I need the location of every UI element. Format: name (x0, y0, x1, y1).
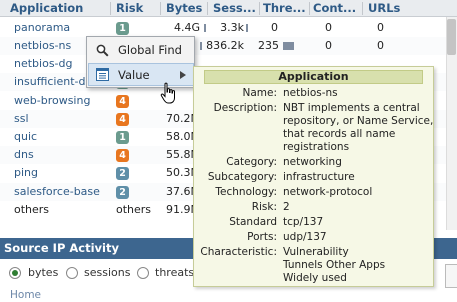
tooltip-value-line: infrastructure (283, 171, 355, 183)
submenu-arrow-icon (180, 71, 186, 79)
column-divider[interactable] (110, 2, 111, 15)
hand-cursor-icon (160, 82, 175, 104)
tooltip-field-value: 2 (283, 201, 429, 214)
sessions-bar (246, 24, 248, 32)
tooltip-value-line: Widely used (283, 272, 347, 284)
column-divider[interactable] (259, 2, 260, 15)
risk-badge: 2 (116, 167, 129, 180)
urls-value: 0 (377, 21, 384, 34)
tooltip-field-value: tcp/137 (283, 216, 429, 229)
tooltip-value-line: tcp/137 (283, 216, 324, 228)
panel-edge (445, 264, 457, 288)
risk-badge: 4 (116, 113, 129, 126)
tooltip-value-line: Vulnerability (283, 246, 349, 258)
urls-value: 0 (377, 39, 384, 52)
risk-badge: 1 (116, 131, 129, 144)
tooltip-value-line: network-protocol (283, 186, 373, 198)
scrollbar-thumb[interactable] (447, 19, 456, 55)
application-link[interactable]: ssl (14, 110, 29, 128)
menu-item-global-find[interactable]: Global Find (88, 39, 194, 62)
application-link[interactable]: netbios-ns (14, 37, 71, 55)
list-window-icon (96, 68, 109, 81)
column-header-bytes[interactable]: Bytes (166, 0, 206, 17)
table-row[interactable]: netbios-ns2836.2k23500 (0, 37, 457, 55)
application-link[interactable]: panorama (14, 19, 70, 37)
tooltip-field-key: Description: (213, 102, 277, 114)
application-tooltip: Application Name: netbios-ns Description: N… (193, 66, 434, 287)
tooltip-value-line: networking (283, 156, 342, 168)
table-row[interactable]: panorama 1 4.4G 3.3k 0 0 0 (0, 19, 457, 37)
tooltip-value-line: udp/137 (283, 231, 327, 243)
column-divider[interactable] (207, 2, 208, 15)
application-link[interactable]: quic (14, 128, 37, 146)
content-value: 0 (325, 21, 332, 34)
tooltip-field-value: Vulnerability Tunnels Other Apps Widely us… (283, 246, 429, 285)
application-link[interactable]: dns (14, 146, 34, 164)
bytes-bar (204, 24, 206, 32)
sessions-value: 3.3k (220, 21, 244, 34)
context-menu: Global Find Value (86, 36, 195, 88)
tooltip-field-value: NBT implements a central repository, or N… (283, 102, 434, 154)
tooltip-field-value: network-protocol (283, 186, 429, 199)
tooltip-field-value: infrastructure (283, 171, 429, 184)
tooltip-field-key: Standard (229, 216, 277, 228)
risk-badge: 2 (116, 186, 129, 199)
column-divider[interactable] (160, 2, 161, 15)
menu-item-label: Global Find (118, 43, 182, 57)
tooltip-field-value: udp/137 (283, 231, 429, 244)
bytes-radio-label[interactable]: bytes (28, 263, 58, 283)
tooltip-title: Application (204, 70, 423, 84)
column-header-risk[interactable]: Risk (116, 0, 156, 17)
tooltip-value-line: NBT implements a central (283, 102, 420, 114)
threats-radio[interactable] (137, 267, 149, 279)
menu-item-label: Value (118, 68, 150, 82)
tooltip-field-key: Ports: (247, 231, 277, 243)
threats-value: 0 (271, 21, 278, 34)
tooltip-value-line: repository, or Name Service, (283, 115, 434, 127)
tooltip-value-line: 2 (283, 201, 290, 213)
column-divider[interactable] (309, 2, 310, 15)
application-link[interactable]: salesforce-base (14, 183, 100, 201)
tooltip-field-key: Technology: (215, 186, 277, 198)
sessions-value: 836.2k (206, 39, 244, 52)
tooltip-value-line: that records all name (283, 128, 396, 140)
tooltip-field-key: Risk: (251, 201, 277, 213)
sessions-radio[interactable] (66, 267, 78, 279)
risk-badge: 1 (116, 22, 129, 35)
application-link[interactable]: web-browsing (14, 92, 90, 110)
column-header-urls[interactable]: URLs (368, 0, 408, 17)
threats-bar (283, 42, 294, 50)
tooltip-field-key: Characteristic: (200, 246, 277, 258)
home-breadcrumb[interactable]: Home (10, 289, 41, 301)
magnifier-icon (96, 44, 109, 57)
application-link: others (14, 203, 50, 216)
risk-badge: 4 (116, 95, 129, 108)
column-header-application[interactable]: Application (10, 0, 110, 17)
table-header: Application Risk Bytes Sess... Thre... C… (0, 0, 457, 17)
threats-radio-label[interactable]: threats (155, 263, 194, 283)
tooltip-field-value: netbios-ns (283, 87, 429, 100)
tooltip-field-key: Name: (242, 87, 277, 99)
tooltip-field-value: networking (283, 156, 429, 169)
column-header-sessions[interactable]: Sess... (213, 0, 257, 17)
tooltip-value-line: registrations (283, 141, 350, 153)
tooltip-field-key: Subcategory: (207, 171, 277, 183)
tooltip-field-key: Category: (226, 156, 277, 168)
bytes-radio[interactable] (9, 267, 21, 279)
column-header-threats[interactable]: Thre... (263, 0, 307, 17)
threats-value: 235 (258, 39, 279, 52)
column-divider[interactable] (362, 2, 363, 15)
application-link[interactable]: ping (14, 164, 38, 182)
risk-label: others (116, 203, 152, 216)
column-header-content[interactable]: Cont... (313, 0, 357, 17)
tooltip-value-line: netbios-ns (283, 87, 338, 99)
bytes-bar (200, 42, 202, 50)
sessions-radio-label[interactable]: sessions (84, 263, 130, 283)
bytes-value: 4.4G (173, 21, 200, 34)
tooltip-value-line: Tunnels Other Apps (283, 259, 386, 271)
content-value: 0 (325, 39, 332, 52)
application-link[interactable]: netbios-dg (14, 55, 73, 73)
risk-badge: 4 (116, 149, 129, 162)
metric-radio-group: bytes sessions threats (0, 263, 200, 283)
